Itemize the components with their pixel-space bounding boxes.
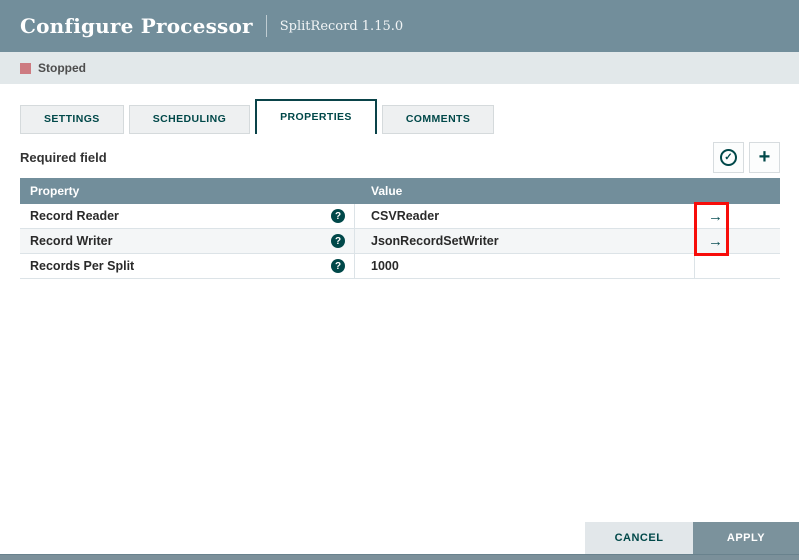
tab-scheduling[interactable]: SCHEDULING [129, 105, 250, 134]
property-value-cell[interactable]: JsonRecordSetWriter [355, 229, 695, 253]
footer-buttons: CANCEL APPLY [585, 522, 799, 554]
goto-service-cell: → [695, 204, 780, 228]
property-value: CSVReader [371, 209, 439, 223]
required-field-label: Required field [20, 150, 107, 165]
stopped-state-icon [20, 63, 31, 74]
properties-toolbar: Required field ✓ + [20, 140, 780, 174]
canvas-edge-strip [0, 554, 799, 560]
table-row-record-writer: Record Writer ? JsonRecordSetWriter → [20, 229, 780, 254]
property-name: Record Reader [30, 209, 119, 223]
help-icon[interactable]: ? [331, 209, 345, 223]
help-icon[interactable]: ? [331, 259, 345, 273]
dialog-title: Configure Processor [20, 14, 253, 38]
processor-name-version: SplitRecord 1.15.0 [280, 19, 403, 34]
help-icon[interactable]: ? [331, 234, 345, 248]
goto-service-cell [695, 254, 780, 278]
property-name: Record Writer [30, 234, 112, 248]
property-value: 1000 [371, 259, 399, 273]
property-name: Records Per Split [30, 259, 134, 273]
toolbar-buttons: ✓ + [713, 142, 780, 173]
cancel-button[interactable]: CANCEL [585, 522, 693, 554]
goto-service-arrow-icon[interactable]: → [708, 234, 723, 249]
add-property-button[interactable]: + [749, 142, 780, 173]
goto-service-arrow-icon[interactable]: → [708, 209, 723, 224]
dialog-header: Configure Processor SplitRecord 1.15.0 [0, 0, 799, 52]
table-row-record-reader: Record Reader ? CSVReader → [20, 204, 780, 229]
property-value: JsonRecordSetWriter [371, 234, 499, 248]
table-row-records-per-split: Records Per Split ? 1000 [20, 254, 780, 279]
verify-properties-button[interactable]: ✓ [713, 142, 744, 173]
properties-table: Property Value Record Reader ? CSVReader… [20, 178, 780, 279]
column-header-value: Value [355, 184, 780, 198]
plus-icon: + [759, 147, 771, 167]
property-value-cell[interactable]: CSVReader [355, 204, 695, 228]
status-bar: Stopped [0, 52, 799, 84]
tab-properties[interactable]: PROPERTIES [255, 99, 377, 134]
property-name-cell: Record Reader ? [20, 204, 355, 228]
check-circle-icon: ✓ [720, 149, 737, 166]
apply-button[interactable]: APPLY [693, 522, 799, 554]
property-name-cell: Records Per Split ? [20, 254, 355, 278]
goto-service-cell: → [695, 229, 780, 253]
tab-bar: SETTINGS SCHEDULING PROPERTIES COMMENTS [20, 99, 494, 134]
column-header-property: Property [20, 184, 355, 198]
table-header: Property Value [20, 178, 780, 204]
tab-settings[interactable]: SETTINGS [20, 105, 124, 134]
title-divider [266, 15, 267, 37]
property-value-cell[interactable]: 1000 [355, 254, 695, 278]
status-label: Stopped [38, 61, 86, 75]
tab-comments[interactable]: COMMENTS [382, 105, 494, 134]
property-name-cell: Record Writer ? [20, 229, 355, 253]
